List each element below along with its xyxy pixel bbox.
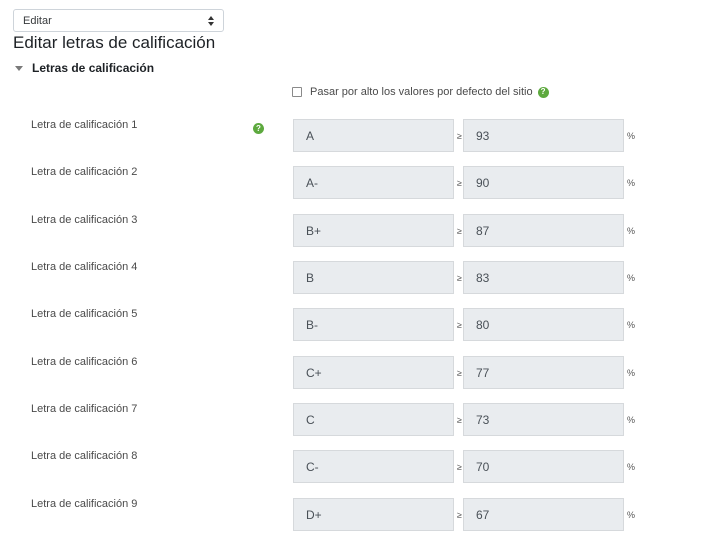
grade-letter-label: Letra de calificación 4: [31, 261, 138, 273]
grade-boundary-input[interactable]: 67: [463, 498, 624, 531]
percent-symbol: %: [627, 178, 636, 188]
grade-letter-row: Letra de calificación 5 B- ≥ 80 %: [0, 308, 710, 342]
grade-letter-label: Letra de calificación 3: [31, 214, 138, 226]
geq-symbol: ≥: [457, 462, 462, 472]
grade-letter-input[interactable]: B+: [293, 214, 454, 247]
select-arrows-icon: [208, 14, 214, 28]
percent-symbol: %: [627, 368, 636, 378]
grade-letter-row: Letra de calificación 9 D+ ≥ 67 %: [0, 498, 710, 532]
page-title: Editar letras de calificación: [13, 33, 216, 52]
grade-letter-row: Letra de calificación 2 A- ≥ 90 %: [0, 166, 710, 200]
grade-letter-label: Letra de calificación 2: [31, 166, 138, 178]
grade-letter-label: Letra de calificación 8: [31, 450, 138, 462]
percent-symbol: %: [627, 320, 636, 330]
grade-letter-row: Letra de calificación 1 ? A ≥ 93 %: [0, 119, 710, 153]
grade-letter-label: Letra de calificación 1: [31, 119, 138, 131]
override-option: Pasar por alto los valores por defecto d…: [292, 86, 549, 98]
geq-symbol: ≥: [457, 320, 462, 330]
grade-letter-label: Letra de calificación 5: [31, 308, 138, 320]
grade-letter-input[interactable]: D+: [293, 498, 454, 531]
percent-symbol: %: [627, 462, 636, 472]
grade-letter-label: Letra de calificación 7: [31, 403, 138, 415]
action-select[interactable]: Editar: [13, 9, 224, 32]
grade-boundary-input[interactable]: 80: [463, 308, 624, 341]
grade-boundary-input[interactable]: 93: [463, 119, 624, 152]
section-title: Letras de calificación: [32, 61, 155, 75]
help-icon[interactable]: ?: [537, 86, 549, 98]
grade-letter-input[interactable]: C: [293, 403, 454, 436]
help-icon[interactable]: ?: [253, 123, 264, 134]
grade-boundary-input[interactable]: 87: [463, 214, 624, 247]
percent-symbol: %: [627, 131, 636, 141]
override-label: Pasar por alto los valores por defecto d…: [310, 86, 533, 98]
grade-boundary-input[interactable]: 90: [463, 166, 624, 199]
grade-letter-label: Letra de calificación 9: [31, 498, 138, 510]
grade-letter-input[interactable]: A: [293, 119, 454, 152]
grade-letter-label: Letra de calificación 6: [31, 356, 138, 368]
percent-symbol: %: [627, 415, 636, 425]
percent-symbol: %: [627, 273, 636, 283]
section-toggle[interactable]: Letras de calificación: [15, 61, 154, 75]
geq-symbol: ≥: [457, 273, 462, 283]
geq-symbol: ≥: [457, 415, 462, 425]
geq-symbol: ≥: [457, 131, 462, 141]
grade-letter-row: Letra de calificación 4 B ≥ 83 %: [0, 261, 710, 295]
geq-symbol: ≥: [457, 510, 462, 520]
grade-letter-input[interactable]: B: [293, 261, 454, 294]
grade-boundary-input[interactable]: 77: [463, 356, 624, 389]
grade-letter-input[interactable]: C+: [293, 356, 454, 389]
action-select-value: Editar: [23, 14, 52, 27]
percent-symbol: %: [627, 226, 636, 236]
geq-symbol: ≥: [457, 368, 462, 378]
grade-letter-row: Letra de calificación 7 C ≥ 73 %: [0, 403, 710, 437]
grade-letter-input[interactable]: B-: [293, 308, 454, 341]
geq-symbol: ≥: [457, 226, 462, 236]
grade-letter-row: Letra de calificación 8 C- ≥ 70 %: [0, 450, 710, 484]
grade-letter-input[interactable]: C-: [293, 450, 454, 483]
grade-letter-row: Letra de calificación 3 B+ ≥ 87 %: [0, 214, 710, 248]
grade-letter-row: Letra de calificación 6 C+ ≥ 77 %: [0, 356, 710, 390]
grade-boundary-input[interactable]: 73: [463, 403, 624, 436]
grade-letter-input[interactable]: A-: [293, 166, 454, 199]
grade-boundary-input[interactable]: 83: [463, 261, 624, 294]
collapse-triangle-icon: [15, 66, 23, 71]
grade-boundary-input[interactable]: 70: [463, 450, 624, 483]
geq-symbol: ≥: [457, 178, 462, 188]
percent-symbol: %: [627, 510, 636, 520]
override-checkbox[interactable]: [292, 87, 302, 97]
